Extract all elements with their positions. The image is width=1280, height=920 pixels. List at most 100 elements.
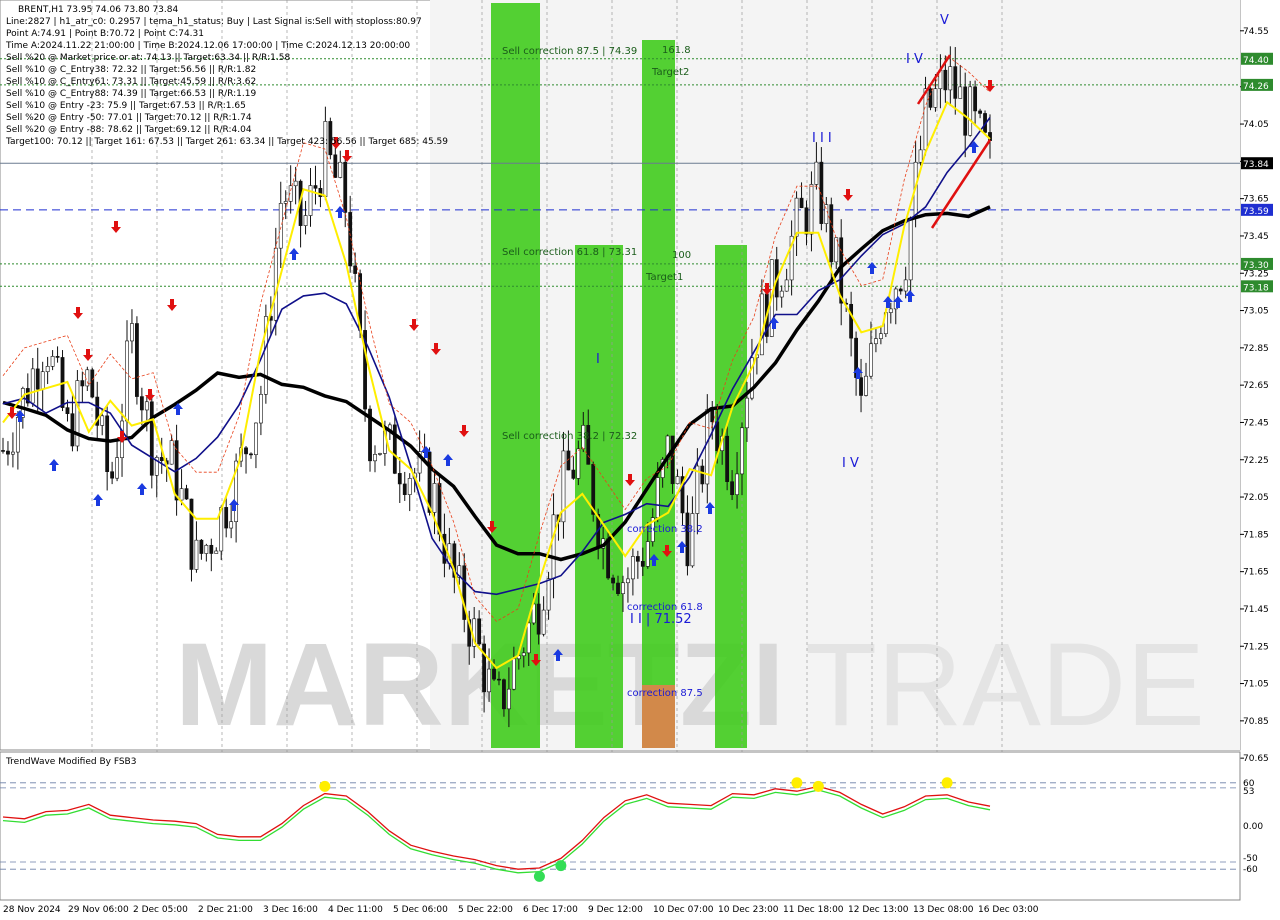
candle-body <box>283 201 288 204</box>
candle-body <box>139 396 144 411</box>
candle-body <box>65 407 70 414</box>
candle-body <box>571 469 576 479</box>
main-price-axis: 74.5574.2574.0573.8573.6573.4573.2573.05… <box>1240 27 1269 764</box>
price-tick-label: 72.45 <box>1243 418 1269 428</box>
candle-body <box>759 293 764 356</box>
candle-body <box>90 369 95 398</box>
time-label: 16 Dec 03:00 <box>978 905 1039 915</box>
candle-body <box>541 609 546 635</box>
candle-body <box>199 539 204 554</box>
candle-body <box>546 578 551 611</box>
candle-body <box>968 86 973 136</box>
candle-body <box>690 513 695 567</box>
time-label: 29 Nov 06:00 <box>68 905 129 915</box>
watermark-right: TRADE <box>805 619 1205 751</box>
candle-body <box>492 668 496 680</box>
candle-body <box>50 356 55 367</box>
ind-tick-label: 0.00 <box>1243 822 1263 832</box>
header-line-7: Sell %10 @ C_Entry88: 74.39 || Target:66… <box>6 89 256 99</box>
candle-body <box>333 154 338 178</box>
candle-body <box>908 217 913 281</box>
candle-body <box>799 197 804 209</box>
indicator-title: TrendWave Modified By FSB3 <box>5 757 136 767</box>
ind-marker-0 <box>319 780 331 792</box>
zone-label-4: Target2 <box>651 67 689 78</box>
time-label: 9 Dec 12:00 <box>588 905 643 915</box>
candle-body <box>551 514 556 580</box>
price-tick-label: 71.05 <box>1243 680 1269 690</box>
time-label: 4 Dec 11:00 <box>328 905 383 915</box>
header-line-4: Sell %20 @ Market price or at: 74.13 || … <box>6 53 290 63</box>
ind-tick-label: -50 <box>1243 854 1258 864</box>
candle-body <box>477 618 482 645</box>
candle-body <box>125 340 129 422</box>
wave-label-2: I I I <box>812 131 832 146</box>
candle-body <box>1 450 5 452</box>
price-tick-label: 72.65 <box>1243 381 1269 391</box>
time-label: 3 Dec 16:00 <box>263 905 318 915</box>
zone-bar-2 <box>642 40 675 748</box>
candle-body <box>214 550 219 554</box>
candle-body <box>616 582 620 594</box>
price-tick-label: 70.85 <box>1243 717 1269 727</box>
candle-body <box>928 88 933 108</box>
price-tick-label: 72.25 <box>1243 456 1269 466</box>
candle-body <box>655 477 660 518</box>
candle-body <box>209 544 214 554</box>
candle-body <box>497 678 501 681</box>
zone-bar-1 <box>575 245 623 748</box>
price-tick-label: 70.65 <box>1243 754 1269 764</box>
time-label: 6 Dec 17:00 <box>523 905 578 915</box>
price-tick-label: 73.65 <box>1243 195 1269 205</box>
candle-body <box>229 521 234 529</box>
candle-body <box>640 561 645 567</box>
candle-body <box>611 577 615 584</box>
candle-body <box>273 247 278 321</box>
candle-body <box>710 409 715 423</box>
header-line-6: Sell %10 @ C_Entry61: 73.31 || Target:45… <box>6 77 256 87</box>
candle-body <box>675 476 680 485</box>
candle-body <box>933 88 938 108</box>
candle-body <box>943 69 948 91</box>
ind-marker-1 <box>533 870 545 882</box>
candle-body <box>115 457 119 479</box>
time-label: 13 Dec 08:00 <box>913 905 974 915</box>
chart-canvas[interactable]: MARKETZI TRADE Sell correction 87.5 | 74… <box>0 0 1280 920</box>
price-tag-label: 74.40 <box>1243 56 1269 66</box>
price-tick-label: 74.55 <box>1243 27 1269 37</box>
candle-body <box>402 483 407 495</box>
candle-body <box>135 323 139 397</box>
price-tick-label: 71.45 <box>1243 605 1269 615</box>
candle-body <box>15 417 20 453</box>
candle-body <box>859 377 863 396</box>
candle-body <box>35 368 40 390</box>
header-line-11: Target100: 70.12 || Target 161: 67.53 ||… <box>5 137 448 147</box>
ind-marker-4 <box>812 780 824 792</box>
candle-body <box>338 161 343 178</box>
candle-body <box>110 471 115 479</box>
candle-body <box>278 203 283 249</box>
price-tick-label: 73.05 <box>1243 307 1269 317</box>
time-label: 10 Dec 23:00 <box>718 905 779 915</box>
candle-body <box>521 652 526 657</box>
candle-body <box>740 427 744 475</box>
candle-body <box>923 88 928 151</box>
candle-body <box>621 582 625 594</box>
candle-body <box>725 435 730 482</box>
candle-body <box>506 688 511 710</box>
candle-body <box>878 333 883 339</box>
candle-body <box>829 204 834 263</box>
header-line-10: Sell %20 @ Entry -88: 78.62 || Target:69… <box>6 125 252 135</box>
price-tick-label: 72.05 <box>1243 493 1269 503</box>
candle-body <box>526 622 531 654</box>
candle-body <box>6 450 10 455</box>
wave-label-0: V <box>940 13 949 28</box>
candle-body <box>80 380 85 387</box>
candle-body <box>511 658 516 690</box>
zone-label-3: 161.8 <box>662 45 691 56</box>
header-line-0: BRENT,H1 73.95 74.06 73.80 73.84 <box>18 5 178 15</box>
zone-label-1: Sell correction 61.8 | 73.31 <box>502 247 637 258</box>
candle-body <box>898 288 903 292</box>
header-line-8: Sell %10 @ Entry -23: 75.9 || Target:67.… <box>6 101 246 111</box>
zone-label-5: 100 <box>672 250 691 261</box>
